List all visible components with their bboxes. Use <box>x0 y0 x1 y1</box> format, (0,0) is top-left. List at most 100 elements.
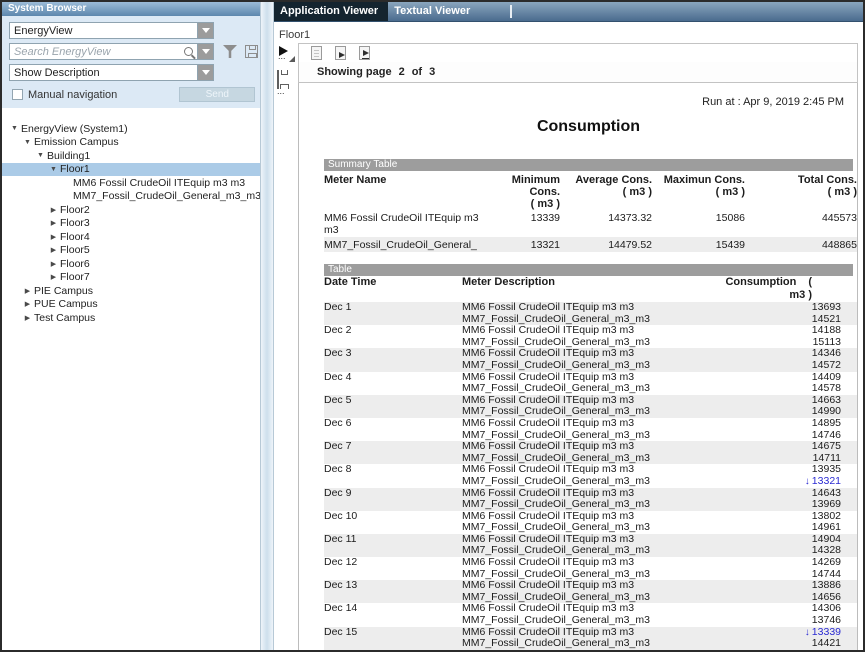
cell-date <box>324 476 462 488</box>
save-search-icon[interactable] <box>245 45 258 58</box>
summary-row: MM7_Fossil_CrudeOil_General_ 13321 14479… <box>324 237 857 252</box>
consumption-value: 14306 <box>812 602 841 614</box>
tree-expand-icon[interactable]: ▶ <box>47 246 60 254</box>
viewer-tab[interactable]: Textual Viewer <box>388 2 500 21</box>
manual-navigation-checkbox[interactable] <box>12 89 23 100</box>
description-selector-value: Show Description <box>10 67 197 79</box>
panel-splitter[interactable] <box>260 2 274 650</box>
cell-meter-description: MM6 Fossil CrudeOil ITEquip m3 m3 <box>462 441 712 453</box>
tree-item[interactable]: ▼ EnergyView (System1) <box>2 122 260 136</box>
tree-item[interactable]: ▼ Building1 <box>2 149 260 163</box>
tree-item[interactable]: ▶ PIE Campus <box>2 284 260 298</box>
tree-item[interactable]: MM6 Fossil CrudeOil ITEquip m3 m3 <box>2 176 260 190</box>
cell-meter-description: MM7_Fossil_CrudeOil_General_m3_m3 <box>462 615 712 627</box>
search-row <box>9 43 260 60</box>
consumption-value: 13746 <box>812 614 841 626</box>
summary-col-avg: Average Cons.( m3 ) <box>560 172 652 210</box>
tree-item-label: Emission Campus <box>34 136 119 148</box>
tree-item[interactable]: ▶ Floor3 <box>2 217 260 231</box>
tree-item[interactable]: ▶ Floor4 <box>2 230 260 244</box>
viewer-panel: Application Viewer Textual Viewer Floor1… <box>274 2 863 650</box>
paging-current: 2 <box>399 66 405 78</box>
last-page-icon[interactable] <box>359 46 370 60</box>
cell-meter-description: MM7_Fossil_CrudeOil_General_m3_m3 <box>462 383 712 395</box>
tab-separator <box>510 5 512 18</box>
tree-expand-icon[interactable]: ▼ <box>8 125 21 132</box>
run-report-button[interactable]: ... <box>277 46 295 64</box>
view-selector[interactable]: EnergyView <box>9 22 214 39</box>
system-browser-controls: EnergyView Show Description Manual navig… <box>2 16 260 108</box>
send-button[interactable]: Send <box>179 87 255 102</box>
window: System Browser EnergyView Show Descripti… <box>0 0 865 652</box>
summary-col-max: Maximun Cons.( m3 ) <box>652 172 745 210</box>
consumption-value: 14188 <box>812 324 841 336</box>
tree-item[interactable]: ▼ Floor1 <box>2 163 260 177</box>
consumption-value: 14346 <box>812 347 841 359</box>
summary-col-min: Minimum Cons.( m3 ) <box>494 172 560 210</box>
tree-expand-icon[interactable]: ▼ <box>34 152 47 159</box>
tree-item[interactable]: MM7_Fossil_CrudeOil_General_m3_m3 <box>2 190 260 204</box>
tree-expand-icon[interactable]: ▶ <box>21 300 34 308</box>
tree-item[interactable]: ▶ Test Campus <box>2 311 260 325</box>
table-row: MM7_Fossil_CrudeOil_General_m3_m3 ↓13321 <box>324 476 857 488</box>
cell-date <box>324 383 462 395</box>
summary-col-meter: Meter Name <box>324 172 494 210</box>
search-icon[interactable] <box>184 47 193 56</box>
consumption-value: 13321 <box>812 475 841 487</box>
table-row: Dec 7 MM6 Fossil CrudeOil ITEquip m3 m3 … <box>324 441 857 453</box>
report-toolbar <box>298 43 858 63</box>
consumption-value: 14578 <box>812 382 841 394</box>
paging-status: Showing page 2 of 3 <box>298 62 858 83</box>
cell-date: Dec 14 <box>324 603 462 615</box>
manual-navigation-label: Manual navigation <box>28 89 117 101</box>
tree-expand-icon[interactable]: ▶ <box>47 219 60 227</box>
search-box <box>9 43 214 60</box>
table-col-date: Date Time <box>324 276 462 302</box>
tree-expand-icon[interactable]: ▶ <box>47 206 60 214</box>
tree-expand-icon[interactable]: ▶ <box>47 273 60 281</box>
tree-item[interactable]: ▶ Floor7 <box>2 271 260 285</box>
tree-expand-icon[interactable]: ▼ <box>47 166 60 173</box>
tree-item[interactable]: ▶ PUE Campus <box>2 298 260 312</box>
search-input[interactable] <box>10 44 184 59</box>
table-row: MM7_Fossil_CrudeOil_General_m3_m3 ↓13746 <box>324 615 857 627</box>
next-page-icon[interactable] <box>335 46 346 60</box>
tree-expand-icon[interactable]: ▶ <box>21 314 34 322</box>
cell-date: Dec 10 <box>324 511 462 523</box>
cell-date: Dec 7 <box>324 441 462 453</box>
cell-date: Dec 11 <box>324 534 462 546</box>
table-row: Dec 6 MM6 Fossil CrudeOil ITEquip m3 m3 … <box>324 418 857 430</box>
cell-date: Dec 1 <box>324 302 462 314</box>
tree-expand-icon[interactable]: ▼ <box>21 139 34 146</box>
summary-min-value: 13339 <box>494 210 560 237</box>
table-row: Dec 1 MM6 Fossil CrudeOil ITEquip m3 m3 … <box>324 302 857 314</box>
first-page-icon[interactable] <box>311 46 322 60</box>
report-page: Run at : Apr 9, 2019 2:45 PM Consumption… <box>298 83 858 650</box>
tree-item[interactable]: ▼ Emission Campus <box>2 136 260 150</box>
cell-meter-description: MM6 Fossil CrudeOil ITEquip m3 m3 <box>462 418 712 430</box>
consumption-value: 14744 <box>812 568 841 580</box>
table-row: Dec 12 MM6 Fossil CrudeOil ITEquip m3 m3… <box>324 557 857 569</box>
filter-icon[interactable] <box>223 45 237 58</box>
consumption-value: 14565 <box>812 649 841 650</box>
run-at-timestamp: Run at : Apr 9, 2019 2:45 PM <box>324 83 853 108</box>
system-tree: ▼ EnergyView (System1) ▼ Emission Campus… <box>2 122 260 325</box>
consumption-value: 15113 <box>813 336 841 348</box>
cell-date: Dec 5 <box>324 395 462 407</box>
tree-expand-icon[interactable]: ▶ <box>47 233 60 241</box>
save-report-button[interactable]: ... <box>277 71 293 89</box>
tree-item-label: Floor2 <box>60 204 90 216</box>
search-chevron-down-icon[interactable] <box>197 44 213 59</box>
tree-item[interactable]: ▶ Floor6 <box>2 257 260 271</box>
cell-meter-description: MM7_Fossil_CrudeOil_General_m3_m3 <box>462 499 712 511</box>
viewer-tab[interactable]: Application Viewer <box>274 2 388 21</box>
tree-item-label: Floor5 <box>60 244 90 256</box>
description-selector[interactable]: Show Description <box>9 64 214 81</box>
tree-expand-icon[interactable]: ▶ <box>47 260 60 268</box>
tree-expand-icon[interactable]: ▶ <box>21 287 34 295</box>
consumption-value: 14656 <box>812 591 841 603</box>
tree-item[interactable]: ▶ Floor2 <box>2 203 260 217</box>
chevron-down-icon[interactable] <box>197 23 213 38</box>
chevron-down-icon[interactable] <box>197 65 213 80</box>
tree-item[interactable]: ▶ Floor5 <box>2 244 260 258</box>
